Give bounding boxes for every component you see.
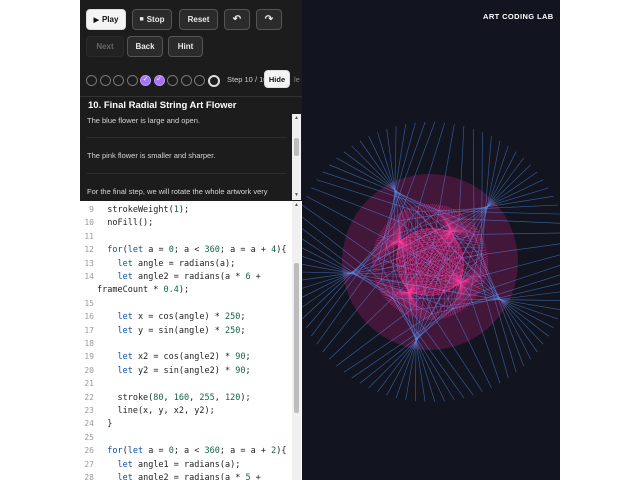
line-number: 23 xyxy=(84,406,94,415)
code-line[interactable]: let x = cos(angle) * 250; xyxy=(97,312,245,322)
line-number: 19 xyxy=(84,352,94,362)
scroll-thumb[interactable] xyxy=(294,263,299,413)
step-dot-6[interactable] xyxy=(153,75,165,86)
line-number: 13 xyxy=(84,258,94,268)
step-dot-9[interactable] xyxy=(194,75,205,86)
line-number: 11 xyxy=(84,231,94,241)
tutorial-panel: ▶ Play ■ Stop Reset ↶ ↷ Next Back Hint S… xyxy=(80,0,302,480)
line-number: 20 xyxy=(84,365,94,375)
redo-icon: ↷ xyxy=(264,14,274,25)
code-line[interactable]: strokeWeight(1); xyxy=(97,205,189,215)
next-button[interactable]: Next xyxy=(86,36,124,57)
hide-button-label: Hide xyxy=(268,74,286,84)
line-number: 10 xyxy=(84,218,94,228)
step-dot-2[interactable] xyxy=(99,75,111,86)
code-line[interactable]: for(let a = 0; a < 360; a = a + 4){ xyxy=(97,245,286,255)
stop-button-label: Stop xyxy=(146,15,165,24)
line-number: 25 xyxy=(84,432,94,442)
back-button-label: Back xyxy=(135,42,155,51)
reset-button[interactable]: Reset xyxy=(179,9,218,30)
step-dot-5[interactable] xyxy=(140,75,151,86)
code-line[interactable]: let x2 = cos(angle2) * 90; xyxy=(97,352,250,362)
lesson-header: 10. Final Radial String Art Flower xyxy=(80,96,302,114)
play-icon: ▶ xyxy=(93,16,99,24)
paragraph-divider xyxy=(87,173,287,174)
step-dot-1[interactable] xyxy=(86,75,97,86)
stop-icon: ■ xyxy=(139,16,144,23)
lesson-paragraph: The pink flower is smaller and sharper. xyxy=(87,151,216,160)
code-line[interactable]: stroke(80, 160, 255, 120); xyxy=(97,393,250,403)
step-dot-4[interactable] xyxy=(126,75,138,86)
back-button[interactable]: Back xyxy=(127,36,163,57)
line-number: 21 xyxy=(84,379,94,389)
hide-button[interactable]: Hide xyxy=(264,70,290,88)
scroll-up-icon[interactable]: ▲ xyxy=(292,202,301,208)
code-line[interactable]: noFill(); xyxy=(97,218,153,228)
clipped-label: le xyxy=(294,75,300,84)
paragraph-divider xyxy=(87,137,287,138)
code-line[interactable]: let angle2 = radians(a * 5 + xyxy=(97,473,260,480)
line-number: 9 xyxy=(89,205,94,214)
toolbar: ▶ Play ■ Stop Reset ↶ ↷ Next Back Hint S… xyxy=(80,0,302,96)
undo-button[interactable]: ↶ xyxy=(224,9,250,30)
play-button-label: Play xyxy=(101,15,119,24)
lesson-paragraph: The blue flower is large and open. xyxy=(87,116,200,125)
code-line[interactable]: let y2 = sin(angle2) * 90; xyxy=(97,366,250,376)
redo-button[interactable]: ↷ xyxy=(256,9,282,30)
code-line[interactable]: line(x, y, x2, y2); xyxy=(97,406,214,416)
code-line[interactable]: } xyxy=(97,419,112,429)
code-line[interactable]: let y = sin(angle) * 250; xyxy=(97,326,245,336)
code-line[interactable]: let angle1 = radians(a); xyxy=(97,460,240,470)
string-art-flower xyxy=(302,0,560,480)
sketch-canvas[interactable] xyxy=(302,0,560,480)
next-button-label: Next xyxy=(96,42,114,51)
description-scrollbar[interactable]: ▲ ▼ xyxy=(292,114,301,200)
step-dot-10[interactable] xyxy=(207,74,220,87)
lesson-paragraph: For the final step, we will rotate the w… xyxy=(87,187,268,196)
line-number: 15 xyxy=(84,298,94,308)
line-number: 28 xyxy=(84,473,94,480)
step-dot-7[interactable] xyxy=(167,75,178,86)
hint-button-label: Hint xyxy=(177,42,194,51)
editor-scrollbar[interactable]: ▲ xyxy=(292,201,301,480)
hint-button[interactable]: Hint xyxy=(168,36,203,57)
line-number: 16 xyxy=(84,312,94,322)
line-number: 22 xyxy=(84,392,94,402)
reset-button-label: Reset xyxy=(187,15,210,24)
code-line[interactable]: let angle = radians(a); xyxy=(97,259,235,269)
stop-button[interactable]: ■ Stop xyxy=(132,9,172,30)
line-number: 14 xyxy=(84,272,94,281)
code-line[interactable]: frameCount * 0.4); xyxy=(97,285,189,295)
step-progress xyxy=(86,74,222,87)
line-number: 12 xyxy=(84,245,94,255)
line-number: 27 xyxy=(84,459,94,469)
code-line[interactable]: for(let a = 0; a < 360; a = a + 2){ xyxy=(97,446,286,456)
undo-icon: ↶ xyxy=(232,14,242,25)
brand-logo: ART CODING LAB xyxy=(483,12,554,21)
lesson-title: 10. Final Radial String Art Flower xyxy=(88,100,237,111)
line-number: 26 xyxy=(84,446,94,456)
step-dot-3[interactable] xyxy=(113,75,124,86)
lesson-description: The blue flower is large and open. The p… xyxy=(80,114,292,200)
step-counter: Step 10 / 10 xyxy=(227,75,268,84)
scroll-up-icon[interactable]: ▲ xyxy=(292,115,301,121)
line-number: 17 xyxy=(84,325,94,335)
code-editor[interactable]: 9 strokeWeight(1); 10 noFill(); 11 12 for(l… xyxy=(80,201,302,480)
play-button[interactable]: ▶ Play xyxy=(86,9,126,30)
scroll-thumb[interactable] xyxy=(294,138,299,156)
scroll-down-icon[interactable]: ▼ xyxy=(292,192,301,198)
code-line[interactable]: let angle2 = radians(a * 6 + xyxy=(97,272,260,282)
line-number: 18 xyxy=(84,339,94,348)
line-number: 24 xyxy=(84,419,94,429)
step-dot-8[interactable] xyxy=(180,75,192,86)
